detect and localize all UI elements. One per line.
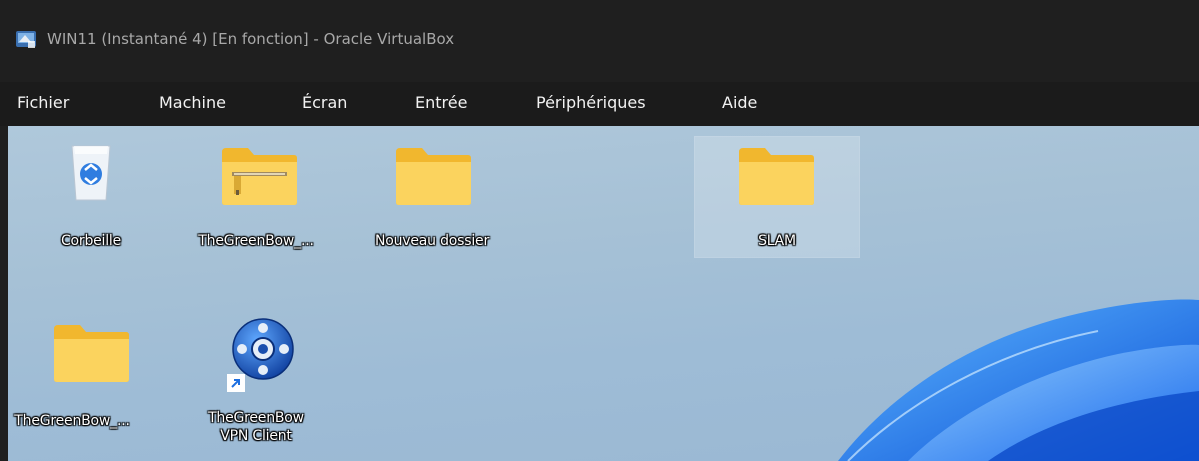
folder-icon — [396, 148, 471, 205]
desktop-icon-vpn-client[interactable]: TheGreenBow VPN Client — [181, 316, 331, 461]
recycle-bin-label: Corbeille — [60, 233, 122, 249]
desktop-icon-recycle-bin[interactable]: Corbeille — [16, 136, 166, 256]
desktop-icon-folder-bottom[interactable]: TheGreenBow_... — [8, 316, 158, 456]
zip-folder-label: TheGreenBow_... — [198, 233, 314, 249]
virtualbox-icon — [16, 31, 36, 48]
desktop-icon-slam[interactable]: SLAM — [702, 136, 852, 256]
vm-desktop: Corbeille TheGreenBow_... Nouveau dossie… — [8, 126, 1199, 461]
menu-ecran[interactable]: Écran — [302, 93, 347, 113]
menu-entree[interactable]: Entrée — [415, 93, 467, 113]
menu-machine[interactable]: Machine — [159, 93, 226, 113]
menu-bar: Fichier Machine Écran Entrée Périphériqu… — [0, 82, 1199, 126]
folder-bottom-label: TheGreenBow_... — [14, 413, 130, 429]
zip-folder-icon — [222, 148, 297, 205]
menu-fichier[interactable]: Fichier — [17, 93, 69, 113]
window-title: WIN11 (Instantané 4) [En fonction] - Ora… — [47, 30, 455, 48]
title-row: WIN11 (Instantané 4) [En fonction] - Ora… — [0, 0, 1199, 70]
vpn-client-label-line1: TheGreenBow — [208, 410, 304, 426]
desktop-icon-new-folder[interactable]: Nouveau dossier — [357, 136, 507, 256]
slam-label: SLAM — [758, 233, 796, 249]
menu-peripheriques[interactable]: Périphériques — [536, 93, 646, 113]
folder-icon — [54, 325, 129, 382]
vpn-client-label-line2: VPN Client — [220, 428, 292, 444]
shortcut-arrow-icon — [227, 374, 245, 392]
menu-aide[interactable]: Aide — [722, 93, 757, 113]
new-folder-label: Nouveau dossier — [374, 233, 489, 249]
folder-icon — [739, 148, 814, 205]
recycle-bin-icon — [71, 145, 111, 201]
desktop-icon-zip-folder[interactable]: TheGreenBow_... — [181, 136, 331, 256]
window-titlebar: WIN11 (Instantané 4) [En fonction] - Ora… — [0, 0, 1199, 82]
